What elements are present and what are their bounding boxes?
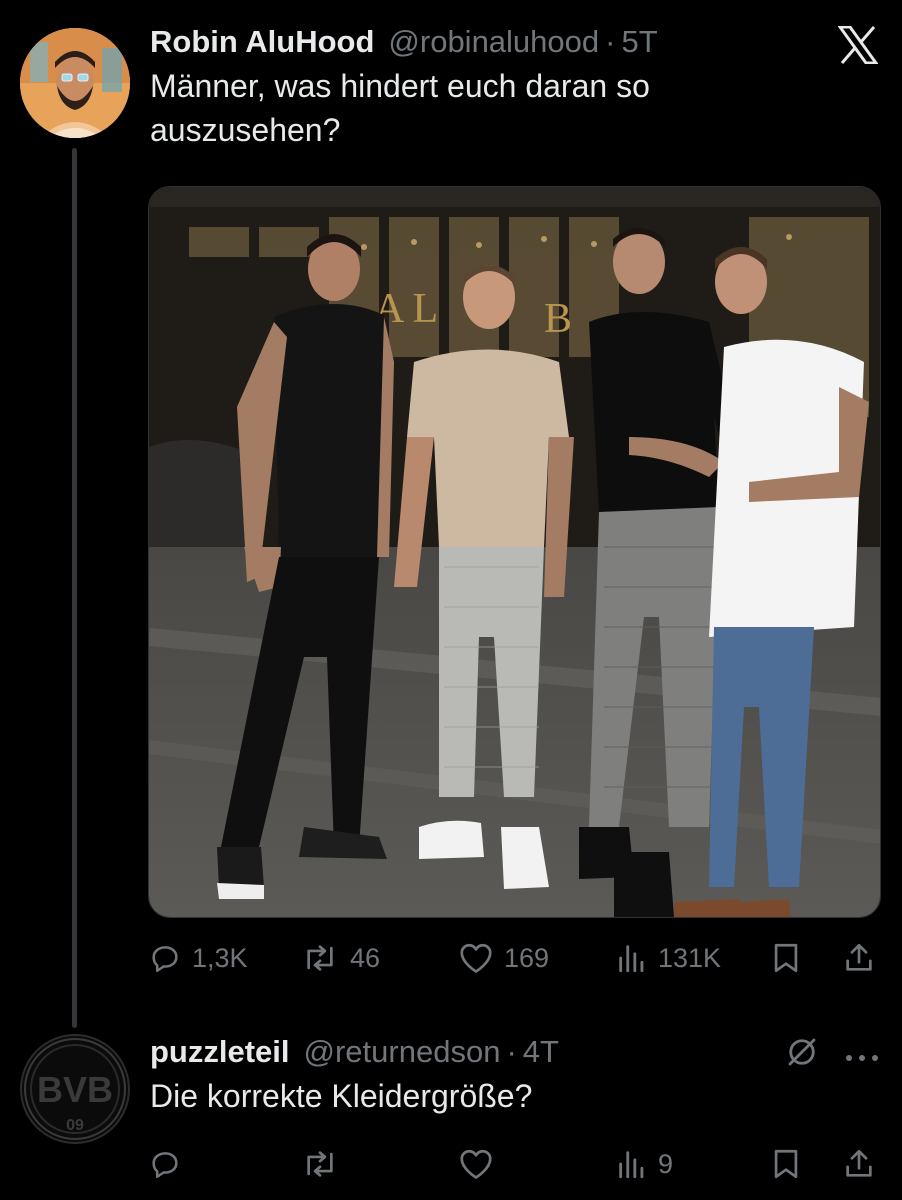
tweet-header: Robin AluHood @robinaluhood · 5T xyxy=(150,24,902,60)
thread-line xyxy=(72,148,77,1028)
views-icon xyxy=(619,1151,644,1179)
reply-author-name[interactable]: puzzleteil xyxy=(150,1034,290,1070)
reply-icon xyxy=(152,1152,178,1179)
tweet-actions: 1,3K 46 169 131K xyxy=(148,936,882,980)
svg-text:B: B xyxy=(544,296,572,342)
tweet-photo[interactable]: A L B xyxy=(148,186,881,918)
reply-count: 1,3K xyxy=(192,942,248,973)
reply-author-handle[interactable]: @returnedson xyxy=(304,1034,501,1070)
author-avatar[interactable] xyxy=(20,28,130,138)
like-button[interactable] xyxy=(458,1147,504,1181)
repost-button[interactable] xyxy=(300,1147,350,1181)
repost-button[interactable]: 46 xyxy=(300,941,380,975)
reply-button[interactable]: 1,3K xyxy=(148,941,248,975)
photo-illustration: A L B xyxy=(149,187,880,917)
views-button[interactable]: 131K xyxy=(616,941,721,975)
views-button[interactable]: 9 xyxy=(616,1147,673,1181)
svg-text:09: 09 xyxy=(66,1117,84,1134)
author-name[interactable]: Robin AluHood xyxy=(150,24,374,60)
bookmark-icon xyxy=(774,943,798,973)
tweet[interactable]: Robin AluHood @robinaluhood · 5T Männer,… xyxy=(150,24,902,152)
heart-icon xyxy=(460,1149,492,1179)
svg-text:BVB: BVB xyxy=(37,1069,113,1110)
bookmark-button[interactable] xyxy=(770,941,802,975)
timestamp[interactable]: 5T xyxy=(621,24,657,60)
heart-icon xyxy=(460,943,492,973)
grok-icon[interactable] xyxy=(784,1034,820,1075)
views-count: 131K xyxy=(658,942,722,973)
bvb-logo-icon: BVB 09 xyxy=(24,1038,126,1140)
reply-icon xyxy=(152,946,178,973)
reply-author-avatar[interactable]: BVB 09 xyxy=(20,1034,130,1144)
more-icon[interactable] xyxy=(844,1050,880,1068)
separator-dot: · xyxy=(506,1034,517,1069)
reply-timestamp[interactable]: 4T xyxy=(523,1034,559,1070)
share-icon xyxy=(846,1149,872,1177)
bookmark-button[interactable] xyxy=(770,1147,802,1181)
like-count: 169 xyxy=(504,942,550,973)
repost-icon xyxy=(307,1151,333,1177)
repost-count: 46 xyxy=(350,942,381,973)
share-icon xyxy=(846,943,872,971)
views-icon xyxy=(619,945,644,973)
reply-text: Die korrekte Kleidergröße? xyxy=(150,1078,533,1114)
avatar-illustration xyxy=(20,28,130,138)
author-handle[interactable]: @robinaluhood xyxy=(388,24,599,60)
like-button[interactable]: 169 xyxy=(458,941,549,975)
views-count: 9 xyxy=(658,1148,674,1179)
x-logo-icon[interactable] xyxy=(837,25,879,65)
bookmark-icon xyxy=(774,1149,798,1179)
reply-actions: 9 xyxy=(148,1142,882,1186)
separator-dot: · xyxy=(605,24,616,59)
share-button[interactable] xyxy=(842,1147,876,1181)
reply-button[interactable] xyxy=(148,1147,192,1181)
tweet-text: Männer, was hindert euch daran so auszus… xyxy=(150,68,650,148)
repost-icon xyxy=(307,945,333,971)
share-button[interactable] xyxy=(842,941,876,975)
